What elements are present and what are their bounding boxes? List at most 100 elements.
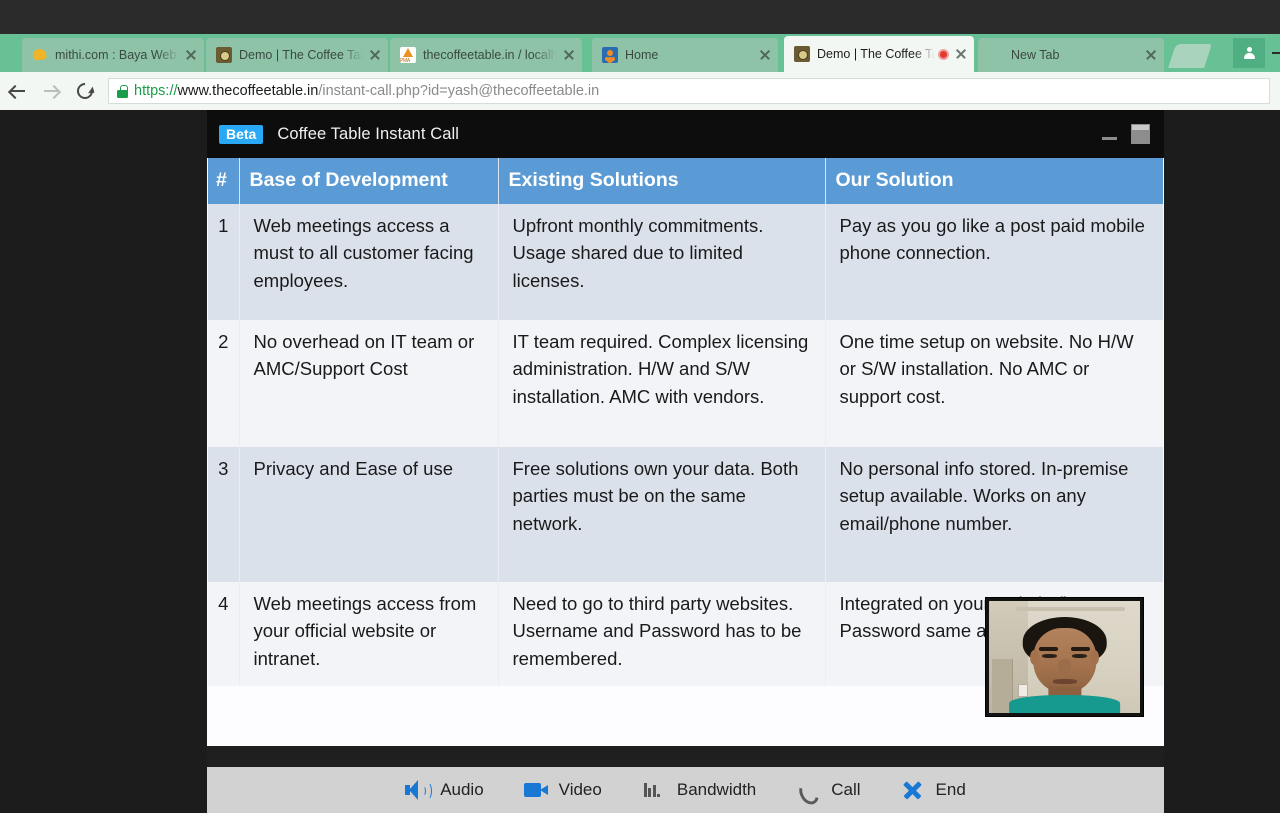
tab-title: New Tab [1011, 48, 1139, 62]
beta-badge: Beta [219, 125, 263, 144]
home-person-icon [602, 47, 618, 63]
video-person-brow-right [1071, 647, 1091, 651]
url-scheme: https:// [134, 83, 178, 99]
app-header: Beta Coffee Table Instant Call [207, 110, 1164, 158]
browser-chrome: mithi.com : Baya Web Mai Demo | The Coff… [0, 0, 1280, 110]
app-footer-gap [207, 746, 1164, 767]
video-feed [989, 601, 1140, 713]
video-person-shirt [1009, 695, 1121, 713]
bandwidth-button[interactable]: Bandwidth [642, 779, 756, 801]
tab-close-icon[interactable] [1144, 48, 1158, 62]
local-video-preview[interactable] [986, 598, 1143, 716]
cell-number: 3 [208, 447, 239, 582]
window-title-strip [0, 0, 1280, 34]
bird-icon [32, 47, 48, 63]
browser-tab-4[interactable]: Home [592, 38, 778, 72]
tab-close-icon[interactable] [562, 48, 576, 62]
end-label: End [936, 780, 966, 800]
cell-number: 2 [208, 320, 239, 447]
audio-button[interactable]: Audio [405, 779, 483, 801]
call-button[interactable]: Call [796, 779, 860, 801]
video-person-ear-right [1090, 650, 1099, 665]
cell-ours: No personal info stored. In-premise setu… [825, 447, 1163, 582]
cell-existing: IT team required. Complex licensing admi… [498, 320, 825, 447]
column-header-ours: Our Solution [825, 158, 1163, 204]
tab-close-icon[interactable] [184, 48, 198, 62]
video-person-brow-left [1039, 647, 1059, 651]
call-controls-bar: Audio Video Bandwidth Call End [207, 767, 1164, 813]
camera-icon [524, 779, 550, 801]
browser-tab-5-active[interactable]: Demo | The Coffee Tab [784, 36, 974, 72]
tab-title: mithi.com : Baya Web Mai [55, 48, 179, 62]
video-label: Video [559, 780, 602, 800]
cell-existing: Need to go to third party websites. User… [498, 582, 825, 686]
app-window-controls [1102, 124, 1150, 144]
video-button[interactable]: Video [524, 779, 602, 801]
end-button[interactable]: End [901, 779, 966, 801]
video-background-ceiling [1016, 607, 1125, 611]
reload-icon [74, 80, 97, 103]
tab-close-icon[interactable] [368, 48, 382, 62]
video-person-ear-left [1030, 650, 1039, 665]
reload-button[interactable] [68, 74, 102, 108]
tab-strip: mithi.com : Baya Web Mai Demo | The Coff… [0, 34, 1280, 72]
signal-bars-icon [642, 779, 668, 801]
phone-icon [796, 779, 822, 801]
url-domain: www.thecoffeetable.in [178, 83, 319, 99]
browser-tab-6[interactable]: New Tab [978, 38, 1164, 72]
profile-button[interactable] [1233, 38, 1265, 68]
video-person-nose [1058, 659, 1072, 674]
cell-base: Web meetings access a must to all custom… [239, 204, 498, 320]
coffee-icon [216, 47, 232, 63]
table-row: 2 No overhead on IT team or AMC/Support … [208, 320, 1163, 447]
back-button[interactable] [0, 74, 34, 108]
secure-lock-icon [117, 85, 128, 98]
table-row: 3 Privacy and Ease of use Free solutions… [208, 447, 1163, 582]
forward-icon [44, 84, 59, 99]
tab-close-icon[interactable] [954, 47, 968, 61]
maximize-icon[interactable] [1131, 124, 1150, 144]
cell-base: Privacy and Ease of use [239, 447, 498, 582]
cell-base: No overhead on IT team or AMC/Support Co… [239, 320, 498, 447]
call-label: Call [831, 780, 860, 800]
cell-ours: One time setup on website. No H/W or S/W… [825, 320, 1163, 447]
column-header-number: # [208, 158, 239, 204]
column-header-existing: Existing Solutions [498, 158, 825, 204]
forward-button[interactable] [34, 74, 68, 108]
browser-tab-1[interactable]: mithi.com : Baya Web Mai [22, 38, 204, 72]
back-icon [10, 84, 25, 99]
window-minimize-icon[interactable] [1272, 52, 1280, 54]
column-header-base: Base of Development [239, 158, 498, 204]
cell-number: 4 [208, 582, 239, 686]
address-bar[interactable]: https://www.thecoffeetable.in/instant-ca… [108, 78, 1270, 104]
page-title: Coffee Table Instant Call [277, 125, 459, 144]
table-header-row: # Base of Development Existing Solutions… [208, 158, 1163, 204]
cell-base: Web meetings access from your official w… [239, 582, 498, 686]
table-row: 1 Web meetings access a must to all cust… [208, 204, 1163, 320]
new-tab-button[interactable] [1168, 44, 1212, 68]
tab-close-icon[interactable] [758, 48, 772, 62]
profile-icon [1243, 47, 1256, 60]
tab-title: Demo | The Coffee Tab [817, 47, 935, 61]
browser-tab-3[interactable]: thecoffeetable.in / localho [390, 38, 582, 72]
cell-existing: Free solutions own your data. Both parti… [498, 447, 825, 582]
bandwidth-label: Bandwidth [677, 780, 756, 800]
coffee-icon [794, 46, 810, 62]
audio-label: Audio [440, 780, 483, 800]
recording-indicator-icon [938, 49, 949, 60]
minimize-icon[interactable] [1102, 137, 1117, 140]
close-x-icon [901, 779, 927, 801]
phpmyadmin-icon [400, 47, 416, 63]
cell-number: 1 [208, 204, 239, 320]
page-content: Beta Coffee Table Instant Call # Base of… [0, 110, 1280, 800]
video-background-switch [1018, 684, 1029, 697]
url-path: /instant-call.php?id=yash@thecoffeetable… [318, 83, 599, 99]
cell-existing: Upfront monthly commitments. Usage share… [498, 204, 825, 320]
browser-toolbar: https://www.thecoffeetable.in/instant-ca… [0, 72, 1280, 110]
tab-title: Demo | The Coffee Table [239, 48, 363, 62]
tab-title: thecoffeetable.in / localho [423, 48, 557, 62]
video-person-eye-right [1072, 654, 1087, 658]
browser-tab-2[interactable]: Demo | The Coffee Table [206, 38, 388, 72]
speaker-icon [405, 779, 431, 801]
tab-title: Home [625, 48, 753, 62]
